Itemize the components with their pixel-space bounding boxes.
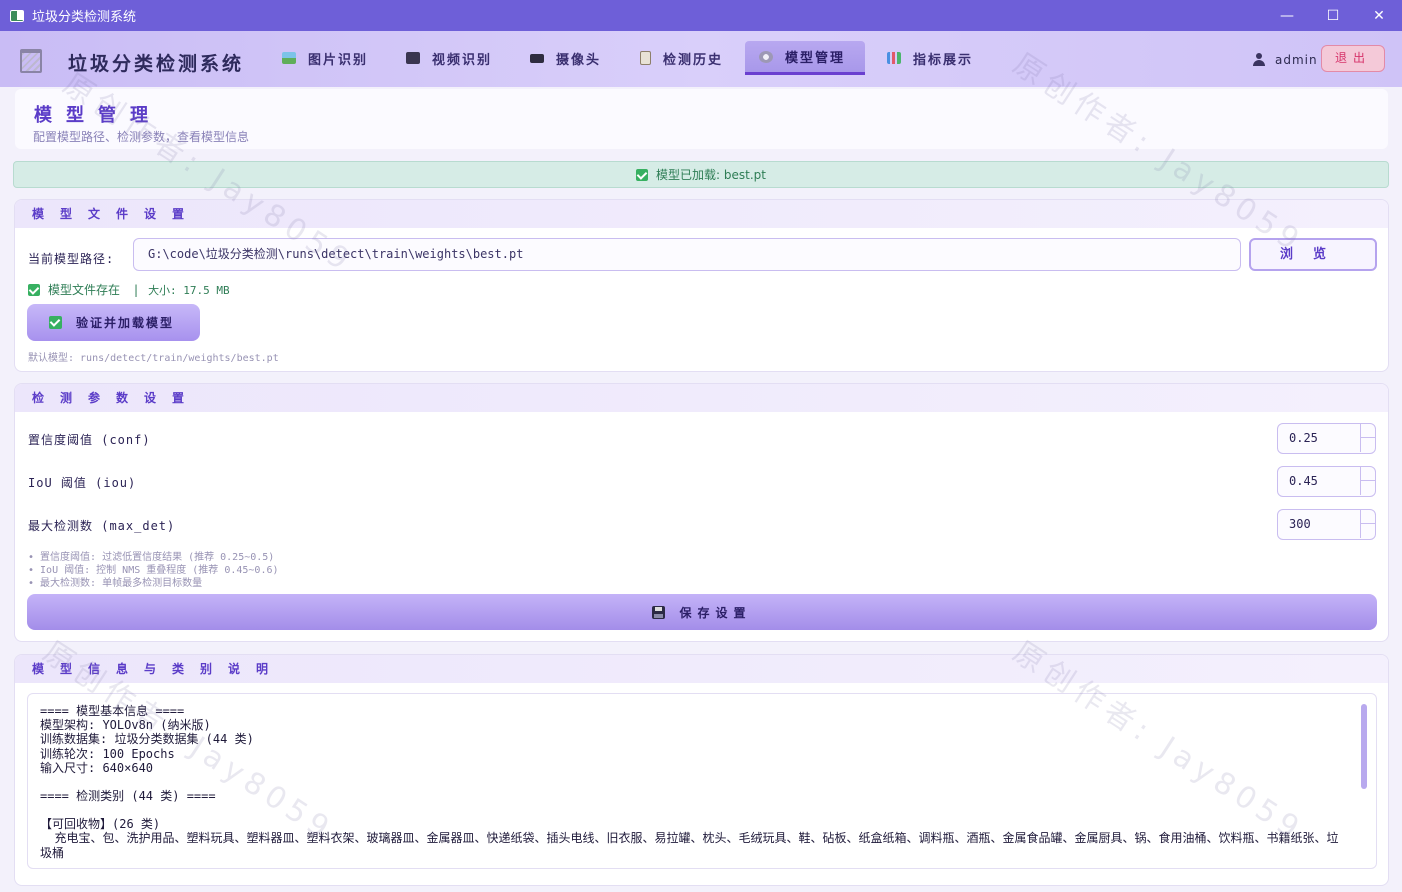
file-exists-text: 模型文件存在 <box>48 283 121 297</box>
tab-model-management[interactable]: 模型管理 <box>745 41 865 75</box>
model-path-input[interactable]: G:\code\垃圾分类检测\runs\detect\train\weights… <box>133 238 1241 271</box>
max-det-spinbox[interactable]: 300 <box>1277 509 1376 540</box>
verify-label: 验证并加载模型 <box>76 316 175 330</box>
detection-params-group: 检测参数设置 置信度阈值 (conf) 0.25 IoU 阈值 (iou) 0.… <box>14 383 1389 642</box>
param-hint: • 最大检测数: 单帧最多检测目标数量 <box>28 578 203 589</box>
check-icon <box>636 168 649 181</box>
bar-chart-icon <box>887 52 901 64</box>
group-heading: 模型信息与类别说明 <box>15 655 1388 683</box>
page-title: 模型管理 <box>34 105 162 126</box>
page-header: 模型管理 配置模型路径、检测参数，查看模型信息 <box>15 89 1388 149</box>
tab-image-recognition[interactable]: 图片识别 <box>282 41 368 75</box>
user-icon <box>1253 53 1265 67</box>
camera-icon <box>530 53 544 63</box>
tab-camera[interactable]: 摄像头 <box>530 41 601 75</box>
info-line: 输入尺寸: 640×640 <box>40 760 154 775</box>
model-file-group: 模型文件设置 当前模型路径: G:\code\垃圾分类检测\runs\detec… <box>14 199 1389 372</box>
info-line: 【可回收物】(26 类) <box>40 817 161 832</box>
verify-load-button[interactable]: 验证并加载模型 <box>27 304 200 341</box>
app-window-icon <box>10 9 24 22</box>
model-path-label: 当前模型路径: <box>28 252 115 266</box>
check-icon <box>28 283 40 296</box>
film-icon <box>406 52 420 64</box>
tab-label: 指标展示 <box>913 52 974 68</box>
app-title: 垃圾分类检测系统 <box>68 53 245 75</box>
gear-icon <box>759 50 773 63</box>
logout-button[interactable]: 退出 <box>1321 45 1385 72</box>
clipboard-icon <box>640 51 651 65</box>
check-icon <box>49 316 62 329</box>
info-line <box>40 775 1346 789</box>
save-settings-button[interactable]: 保存设置 <box>27 594 1377 630</box>
maximize-button[interactable]: ☐ <box>1310 0 1356 31</box>
scrollbar[interactable] <box>1361 704 1367 789</box>
model-info-text[interactable]: ==== 模型基本信息 ==== 模型架构: YOLOv8n (纳米版) 训练数… <box>27 693 1377 869</box>
conf-label: 置信度阈值 (conf) <box>28 433 151 447</box>
info-line: ==== 模型基本信息 ==== <box>40 704 185 718</box>
window-titlebar: 垃圾分类检测系统 — ☐ ✕ <box>0 0 1402 31</box>
default-model-hint: 默认模型: runs/detect/train/weights/best.pt <box>28 353 279 364</box>
conf-spinbox[interactable]: 0.25 <box>1277 423 1376 454</box>
image-icon <box>282 52 296 64</box>
close-button[interactable]: ✕ <box>1356 0 1402 31</box>
model-info-group: 模型信息与类别说明 ==== 模型基本信息 ==== 模型架构: YOLOv8n… <box>14 654 1389 886</box>
info-line: 训练轮次: 100 Epochs <box>40 746 175 761</box>
browse-button[interactable]: 浏览 <box>1249 238 1377 271</box>
tab-label: 摄像头 <box>556 52 602 68</box>
tab-detection-history[interactable]: 检测历史 <box>640 41 723 75</box>
tab-metrics[interactable]: 指标展示 <box>887 41 973 75</box>
status-text: 模型已加载: best.pt <box>656 168 766 182</box>
tab-label: 模型管理 <box>785 51 846 66</box>
save-icon <box>652 605 666 619</box>
file-size-text: 大小: 17.5 MB <box>148 283 230 297</box>
separator: | <box>134 282 139 297</box>
username: admin <box>1275 53 1318 67</box>
group-heading: 检测参数设置 <box>15 384 1388 412</box>
max-det-label: 最大检测数 (max_det) <box>28 519 176 533</box>
minimize-button[interactable]: — <box>1264 0 1310 31</box>
window-controls: — ☐ ✕ <box>1264 0 1402 31</box>
nav-header: 垃圾分类检测系统 图片识别 视频识别 摄像头 检测历史 模型管理 指标展示 ad… <box>0 31 1402 87</box>
iou-label: IoU 阈值 (iou) <box>28 476 137 490</box>
info-line: 充电宝、包、洗护用品、塑料玩具、塑料器皿、塑料衣架、玻璃器皿、金属器皿、快递纸袋… <box>40 831 1339 860</box>
trash-bin-icon <box>20 49 42 73</box>
iou-spinbox[interactable]: 0.45 <box>1277 466 1376 497</box>
info-line <box>40 803 1346 817</box>
save-label: 保存设置 <box>679 605 752 620</box>
tab-label: 视频识别 <box>432 52 493 68</box>
file-status: 模型文件存在 | 大小: 17.5 MB <box>28 281 230 298</box>
info-line: 训练数据集: 垃圾分类数据集 (44 类) <box>40 732 254 747</box>
tab-label: 图片识别 <box>308 52 369 68</box>
tab-video-recognition[interactable]: 视频识别 <box>406 41 492 75</box>
tab-label: 检测历史 <box>663 52 724 68</box>
model-status-banner: 模型已加载: best.pt <box>13 161 1389 188</box>
group-heading: 模型文件设置 <box>15 200 1388 228</box>
window-title: 垃圾分类检测系统 <box>32 10 137 25</box>
page-subtitle: 配置模型路径、检测参数，查看模型信息 <box>33 130 250 144</box>
info-line: ==== 检测类别 (44 类) ==== <box>40 789 216 804</box>
info-line: 模型架构: YOLOv8n (纳米版) <box>40 718 211 733</box>
